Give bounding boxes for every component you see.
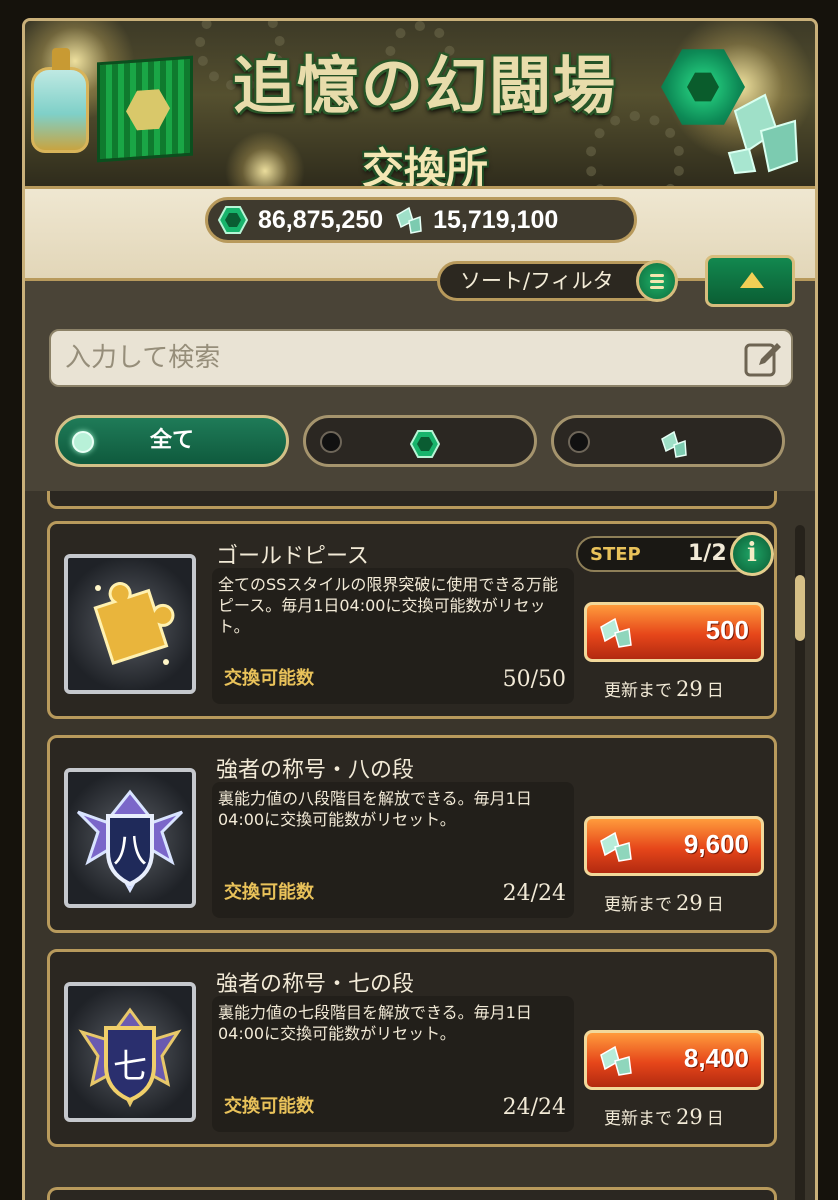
- stock-value: 24/24: [502, 1095, 566, 1120]
- filter-shard-tab[interactable]: [551, 415, 785, 467]
- refresh-prefix: 更新まで: [604, 681, 672, 701]
- refresh-days: 29: [676, 891, 703, 915]
- item-title: 強者の称号・八の段: [216, 758, 415, 783]
- item-description-box: 全てのSSスタイルの限界突破に使用できる万能ピース。毎月1日04:00に交換可能…: [212, 568, 574, 704]
- exchange-item-card[interactable]: 七 強者の称号・七の段 裏能力値の七段階目を解放できる。毎月1日04:00に交換…: [47, 949, 777, 1147]
- refresh-unit: 日: [706, 895, 724, 915]
- info-button[interactable]: i: [730, 532, 774, 576]
- info-icon: i: [747, 538, 757, 568]
- shard-amount: 15,719,100: [433, 205, 559, 234]
- crystal-shard-icon: [727, 93, 799, 175]
- banner-title-plate: 追憶の幻闘場 交換所: [205, 35, 645, 186]
- green-cube-icon: [97, 55, 193, 163]
- price-value: 500: [705, 615, 749, 645]
- refresh-unit: 日: [706, 681, 724, 701]
- green-medal-icon: [410, 430, 440, 458]
- refresh-countdown: 更新まで 29 日: [604, 890, 724, 915]
- step-value: 1/2: [688, 541, 727, 566]
- sort-filter-label: ソート/フィルタ: [460, 269, 614, 293]
- filter-all-tab[interactable]: 全て: [55, 415, 289, 467]
- filter-medal-tab[interactable]: [303, 415, 537, 467]
- item-description: 裏能力値の七段階目を解放できる。毎月1日04:00に交換可能数がリセット。: [218, 1003, 532, 1043]
- sort-filter-button[interactable]: ソート/フィルタ: [437, 260, 678, 302]
- search-input[interactable]: 入力して検索: [49, 329, 793, 387]
- exchange-price-button[interactable]: 9,600: [584, 816, 764, 876]
- refresh-prefix: 更新まで: [604, 1109, 672, 1129]
- emblem-char: 八: [113, 831, 147, 871]
- exchange-item-card[interactable]: 八 強者の称号・八の段 裏能力値の八段階目を解放できる。毎月1日04:00に交換…: [47, 735, 777, 933]
- exchange-price-button[interactable]: 8,400: [584, 1030, 764, 1090]
- crystal-shard-icon: [600, 831, 632, 862]
- stock-label: 交換可能数: [224, 1096, 314, 1117]
- menu-lines-icon: [636, 260, 678, 302]
- triangle-up-icon: [740, 272, 764, 288]
- collapse-button[interactable]: [705, 255, 795, 307]
- gold-piece-icon: [64, 554, 196, 694]
- search-placeholder: 入力して検索: [65, 343, 221, 373]
- currency-bar: 86,875,250 15,719,100: [205, 197, 637, 243]
- banner-title: 追憶の幻闘場: [232, 49, 617, 122]
- item-description-box: 裏能力値の八段階目を解放できる。毎月1日04:00に交換可能数がリセット。 交換…: [212, 782, 574, 918]
- item-description: 全てのSSスタイルの限界突破に使用できる万能ピース。毎月1日04:00に交換可能…: [218, 575, 558, 636]
- item-description: 裏能力値の八段階目を解放できる。毎月1日04:00に交換可能数がリセット。: [218, 789, 532, 829]
- green-medal-icon: [218, 206, 248, 234]
- list-scrollbar[interactable]: [795, 525, 805, 1200]
- crystal-shard-icon: [661, 430, 687, 458]
- scrollbar-thumb[interactable]: [795, 575, 805, 641]
- banner-subtitle: 交換所: [361, 144, 488, 189]
- crystal-shard-icon: [396, 206, 422, 234]
- exchange-banner: 追憶の幻闘場 交換所: [25, 21, 815, 189]
- item-title: ゴールドピース: [216, 544, 369, 569]
- crystal-shard-icon: [600, 1045, 632, 1076]
- radio-unselected-icon: [568, 431, 590, 453]
- pencil-edit-icon[interactable]: [743, 339, 783, 379]
- step-badge: STEP 1/2 i: [576, 532, 774, 576]
- price-value: 9,600: [683, 829, 749, 859]
- refresh-days: 29: [676, 677, 703, 701]
- exchange-item-card[interactable]: ゴールドピース STEP 1/2 i 全てのSSスタイルの限界突破に使用できる万…: [47, 521, 777, 719]
- stock-value: 50/50: [502, 667, 566, 692]
- shop-window: 追憶の幻闘場 交換所 86,875,250 15,719,100 ソート/フィル…: [22, 18, 818, 1200]
- exchange-item-list[interactable]: ゴールドピース STEP 1/2 i 全てのSSスタイルの限界突破に使用できる万…: [25, 491, 815, 1200]
- refresh-prefix: 更新まで: [604, 895, 672, 915]
- filter-all-label: 全て: [149, 428, 194, 453]
- medal-amount: 86,875,250: [258, 205, 384, 234]
- potion-bottle-icon: [31, 48, 89, 153]
- stock-label: 交換可能数: [224, 882, 314, 903]
- refresh-countdown: 更新まで 29 日: [604, 676, 724, 701]
- refresh-unit: 日: [706, 1109, 724, 1129]
- item-title: 強者の称号・七の段: [216, 972, 415, 997]
- emblem-seven-icon: 七: [64, 982, 196, 1122]
- item-description-box: 裏能力値の七段階目を解放できる。毎月1日04:00に交換可能数がリセット。 交換…: [212, 996, 574, 1132]
- next-card-edge: [47, 1187, 777, 1200]
- refresh-countdown: 更新まで 29 日: [604, 1104, 724, 1129]
- exchange-price-button[interactable]: 500: [584, 602, 764, 662]
- stock-label: 交換可能数: [224, 668, 314, 689]
- emblem-eight-icon: 八: [64, 768, 196, 908]
- previous-card-edge: [47, 491, 777, 509]
- crystal-shard-icon: [600, 617, 632, 648]
- radio-unselected-icon: [320, 431, 342, 453]
- stock-value: 24/24: [502, 881, 566, 906]
- price-value: 8,400: [683, 1043, 749, 1073]
- refresh-days: 29: [676, 1105, 703, 1129]
- emblem-char: 七: [113, 1047, 147, 1087]
- step-label: STEP: [590, 544, 641, 565]
